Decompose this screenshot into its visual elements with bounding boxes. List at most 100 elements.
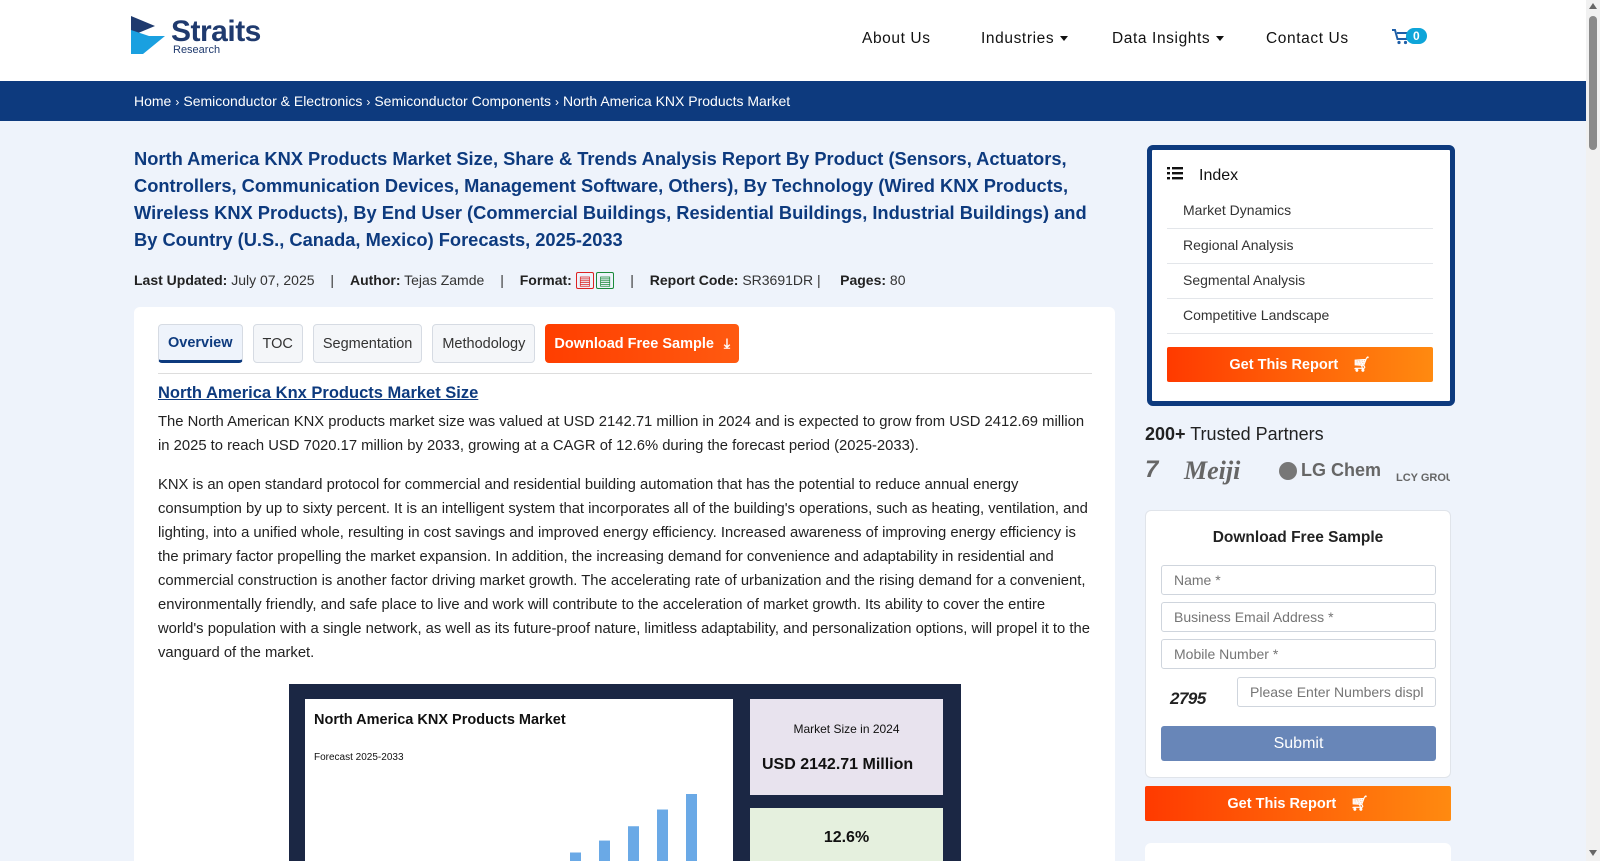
get-this-report-label: Get This Report <box>1229 356 1339 373</box>
captcha-image: 2795 <box>1170 689 1206 708</box>
site-header: Straits Research About Us Industries Dat… <box>0 0 1586 81</box>
market-infographic: North America KNX Products Market Foreca… <box>289 684 961 861</box>
forecast-chart-panel: North America KNX Products Market Foreca… <box>305 699 733 861</box>
lg-circle-icon <box>1279 462 1297 481</box>
partner-logo-meiji: Meiji <box>1184 456 1241 485</box>
report-tabs: Overview TOC Segmentation Methodology Do… <box>158 324 740 363</box>
email-field[interactable] <box>1161 602 1436 632</box>
chevron-down-icon <box>1060 36 1069 42</box>
download-free-sample-tab[interactable]: Download Free Sample ⤓ <box>545 324 740 363</box>
format-label: Format: <box>519 272 572 288</box>
submit-button[interactable]: Submit <box>1161 726 1436 761</box>
market-size-box: Market Size in 2024 USD 2142.71 Million <box>750 699 943 795</box>
report-index-panel: Index Market Dynamics Regional Analysis … <box>1147 145 1455 406</box>
name-field[interactable] <box>1161 565 1436 595</box>
breadcrumb: Home › Semiconductor & Electronics › Semicon… <box>134 93 790 109</box>
form-title: Download Free Sample <box>1212 529 1384 546</box>
mobile-field[interactable] <box>1161 639 1436 669</box>
index-item-market-dynamics[interactable]: Market Dynamics <box>1167 194 1433 229</box>
partners-text: Trusted Partners <box>1190 424 1324 444</box>
divider: | <box>630 272 634 288</box>
pages-value: 80 <box>889 272 906 288</box>
partner-logo-lg-chem-text: LG Chem <box>1301 460 1382 480</box>
pdf-icon: ▤ <box>575 272 595 289</box>
cagr-box: 12.6% <box>750 808 943 861</box>
trusted-partners-heading: 200+ Trusted Partners <box>1145 424 1324 445</box>
tabs-divider <box>158 373 1092 374</box>
market-size-label: Market Size in 2024 <box>793 722 900 736</box>
breadcrumb-home[interactable]: Home <box>134 93 171 109</box>
report-meta: Last Updated: July 07, 2025 | Author: Te… <box>134 272 906 289</box>
download-icon: ⤓ <box>723 335 731 351</box>
breadcrumb-current: North America KNX Products Market <box>562 93 791 109</box>
breadcrumb-semiconductor-components[interactable]: Semiconductor Components <box>374 93 551 109</box>
excel-icon: ▤ <box>596 272 615 289</box>
nav-industries-label: Industries <box>981 30 1055 47</box>
index-item-segmental-analysis[interactable]: Segmental Analysis <box>1167 264 1433 299</box>
nav-data-insights[interactable]: Data Insights <box>1112 30 1225 48</box>
last-updated-value: July 07, 2025 <box>231 272 315 288</box>
section-heading[interactable]: North America Knx Products Market Size <box>158 384 478 403</box>
scroll-up-arrow-icon[interactable] <box>1589 3 1597 9</box>
captcha-input[interactable] <box>1237 677 1436 707</box>
straits-logo[interactable]: Straits Research <box>131 16 261 56</box>
get-this-report-button-2[interactable]: Get This Report 🛒︎ <box>1145 786 1451 821</box>
get-this-report-label: Get This Report <box>1227 795 1337 812</box>
intro-paragraph: The North American KNX products market s… <box>158 414 1085 454</box>
cagr-value: 12.6% <box>823 829 870 846</box>
tab-overview[interactable]: Overview <box>158 324 243 363</box>
report-content-card: Overview TOC Segmentation Methodology Do… <box>134 307 1115 861</box>
next-sidebar-card <box>1145 843 1451 861</box>
nav-data-insights-label: Data Insights <box>1112 30 1211 47</box>
list-icon <box>1167 167 1183 185</box>
partner-logo: 7 <box>1145 456 1159 483</box>
nav-industries[interactable]: Industries <box>981 30 1069 48</box>
partners-carousel: 7 Meiji LG Chem LCY GROU <box>1145 456 1450 490</box>
forecast-bar <box>686 794 697 861</box>
logo-icon <box>131 16 167 56</box>
scrollbar-thumb[interactable] <box>1589 16 1597 150</box>
chevron-right-icon: › <box>366 95 371 109</box>
nav-contact-us[interactable]: Contact Us <box>1266 30 1349 48</box>
pages-label: Pages: <box>840 272 887 288</box>
index-title: Index <box>1199 167 1239 184</box>
report-code-value: SR3691DR | <box>742 272 821 288</box>
tab-methodology[interactable]: Methodology <box>432 324 536 363</box>
forecast-bar <box>657 809 668 861</box>
forecast-bar-chart <box>570 794 697 861</box>
scroll-down-arrow-icon[interactable] <box>1589 850 1597 856</box>
get-this-report-button[interactable]: Get This Report 🛒︎ <box>1167 347 1433 382</box>
breadcrumb-semiconductor-electronics[interactable]: Semiconductor & Electronics <box>183 93 362 109</box>
nav-about-us[interactable]: About Us <box>862 30 931 48</box>
divider: | <box>500 272 504 288</box>
last-updated-label: Last Updated: <box>134 272 228 288</box>
author-label: Author: <box>349 272 401 288</box>
download-sample-form: Download Free Sample 2795 Submit <box>1145 510 1451 778</box>
market-size-value: USD 2142.71 Million <box>762 756 914 773</box>
download-free-sample-label: Download Free Sample <box>554 335 714 352</box>
chevron-right-icon: › <box>175 95 180 109</box>
chevron-right-icon: › <box>554 95 559 109</box>
breadcrumb-bar: Home › Semiconductor & Electronics › Semicon… <box>0 81 1586 121</box>
cart-icon: 🛒︎ <box>1352 357 1371 373</box>
forecast-bar <box>570 852 581 861</box>
author-value: Tejas Zamde <box>404 272 485 288</box>
index-item-competitive-landscape[interactable]: Competitive Landscape <box>1167 299 1433 334</box>
logo-main-text: Straits <box>171 14 261 48</box>
forecast-bar <box>599 840 610 861</box>
description-paragraph: KNX is an open standard protocol for com… <box>158 477 1090 661</box>
tab-toc[interactable]: TOC <box>252 324 303 363</box>
page-scrollbar[interactable] <box>1586 0 1600 861</box>
cart-icon: 🛒︎ <box>1350 796 1369 812</box>
page-title: North America KNX Products Market Size, … <box>134 148 1087 250</box>
divider: | <box>330 272 335 288</box>
cart-count-badge: 0 <box>1406 28 1427 44</box>
partner-logo-lg-chem: LG Chem <box>1279 460 1381 481</box>
forecast-bar <box>628 826 639 861</box>
partner-logo-lcy: LCY GROU <box>1396 472 1450 484</box>
index-item-regional-analysis[interactable]: Regional Analysis <box>1167 229 1433 264</box>
tab-segmentation[interactable]: Segmentation <box>312 324 423 363</box>
index-header: Index <box>1167 167 1238 185</box>
partners-count: 200+ <box>1145 424 1186 444</box>
report-code-label: Report Code: <box>649 272 739 288</box>
